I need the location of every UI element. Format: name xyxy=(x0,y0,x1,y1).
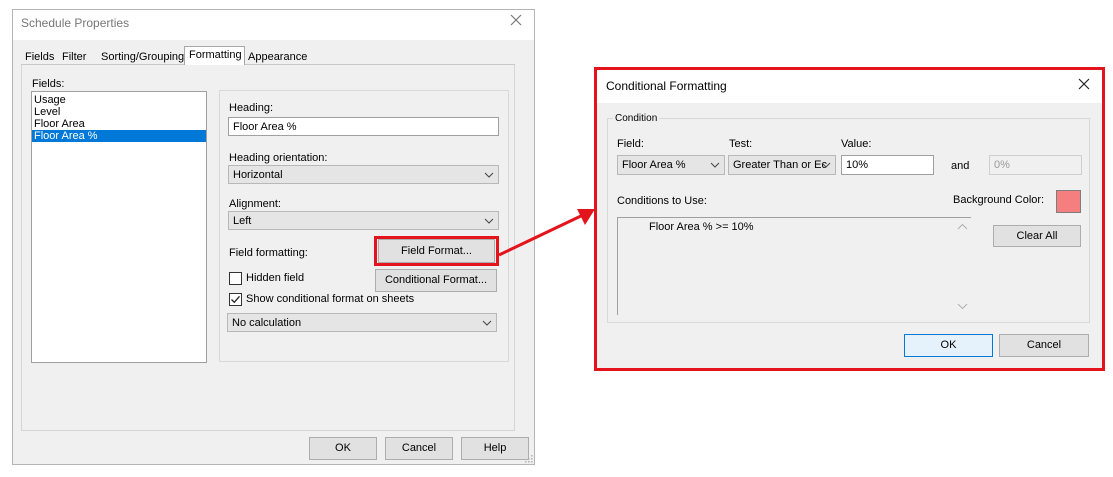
chevron-down-icon xyxy=(484,218,494,224)
schedule-properties-close-icon[interactable] xyxy=(508,14,524,30)
heading-label: Heading: xyxy=(229,102,274,114)
hidden-field-label: Hidden field xyxy=(246,272,305,284)
tab-formatting[interactable]: Formatting xyxy=(186,47,245,63)
list-item-floor-area-percent[interactable]: Floor Area % xyxy=(32,130,206,142)
show-conditional-label: Show conditional format on sheets xyxy=(246,293,415,305)
heading-orientation-label: Heading orientation: xyxy=(229,152,328,164)
alignment-label: Alignment: xyxy=(229,198,281,210)
hidden-field-checkbox[interactable] xyxy=(229,272,242,285)
chevron-down-icon xyxy=(484,172,494,178)
conditional-formatting-highlight-box xyxy=(594,67,1105,371)
calculation-select[interactable]: No calculation xyxy=(227,313,497,332)
checkmark-icon xyxy=(231,295,240,304)
schedule-properties-title: Schedule Properties xyxy=(21,16,130,30)
calculation-value: No calculation xyxy=(232,317,302,329)
schedule-ok-button[interactable]: OK xyxy=(309,437,377,460)
fields-listbox[interactable]: Usage Level Floor Area Floor Area % xyxy=(31,91,207,363)
alignment-value: Left xyxy=(233,215,252,227)
heading-input[interactable]: Floor Area % xyxy=(228,117,499,136)
chevron-down-icon xyxy=(482,320,492,326)
tab-appearance[interactable]: Appearance xyxy=(245,49,310,65)
tab-sorting-grouping[interactable]: Sorting/Grouping xyxy=(98,49,187,65)
alignment-select[interactable]: Left xyxy=(228,211,499,230)
conditional-format-button[interactable]: Conditional Format... xyxy=(375,269,497,292)
list-item-usage[interactable]: Usage xyxy=(32,94,206,106)
list-item-floor-area[interactable]: Floor Area xyxy=(32,118,206,130)
resize-grip-icon[interactable] xyxy=(524,454,533,463)
field-formatting-label: Field formatting: xyxy=(229,247,308,259)
fields-label: Fields: xyxy=(32,78,65,90)
show-conditional-checkbox[interactable] xyxy=(229,293,242,306)
tab-fields[interactable]: Fields xyxy=(22,49,57,65)
field-format-highlight-box xyxy=(374,236,499,266)
schedule-cancel-button[interactable]: Cancel xyxy=(385,437,453,460)
tab-filter[interactable]: Filter xyxy=(59,49,89,65)
schedule-help-button[interactable]: Help xyxy=(461,437,529,460)
list-item-level[interactable]: Level xyxy=(32,106,206,118)
heading-orientation-select[interactable]: Horizontal xyxy=(228,165,499,184)
callout-arrow xyxy=(498,209,595,257)
heading-orientation-value: Horizontal xyxy=(233,169,283,181)
